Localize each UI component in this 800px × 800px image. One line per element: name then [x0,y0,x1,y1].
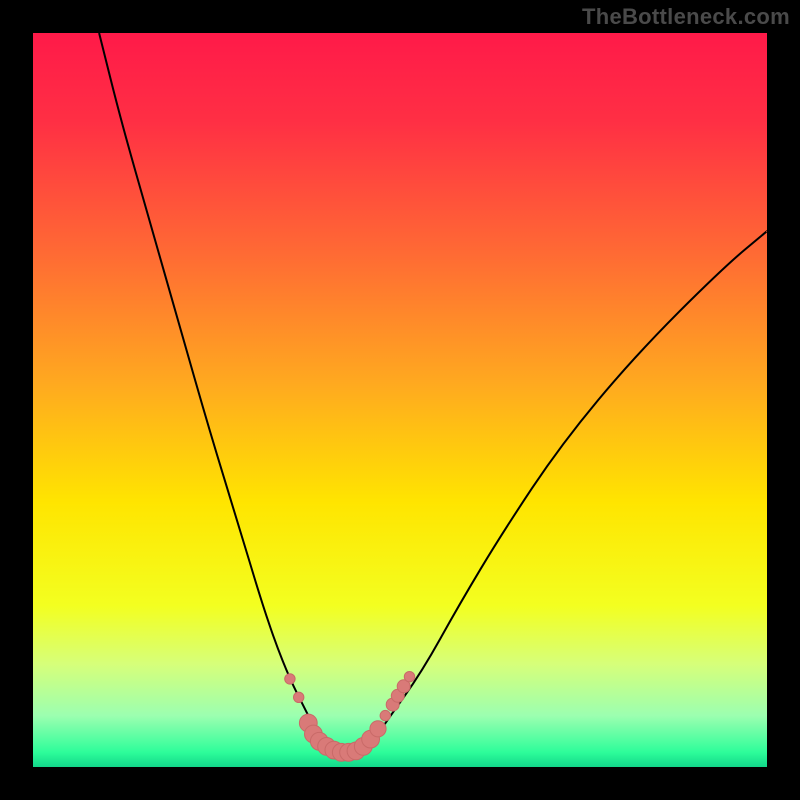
watermark-text: TheBottleneck.com [582,4,790,30]
curve-marker [380,710,390,720]
curve-marker [294,692,304,702]
chart-frame: TheBottleneck.com [0,0,800,800]
plot-background [33,33,767,767]
curve-marker [370,721,386,737]
curve-marker [404,672,414,682]
curve-marker [285,674,295,684]
bottleneck-chart [0,0,800,800]
